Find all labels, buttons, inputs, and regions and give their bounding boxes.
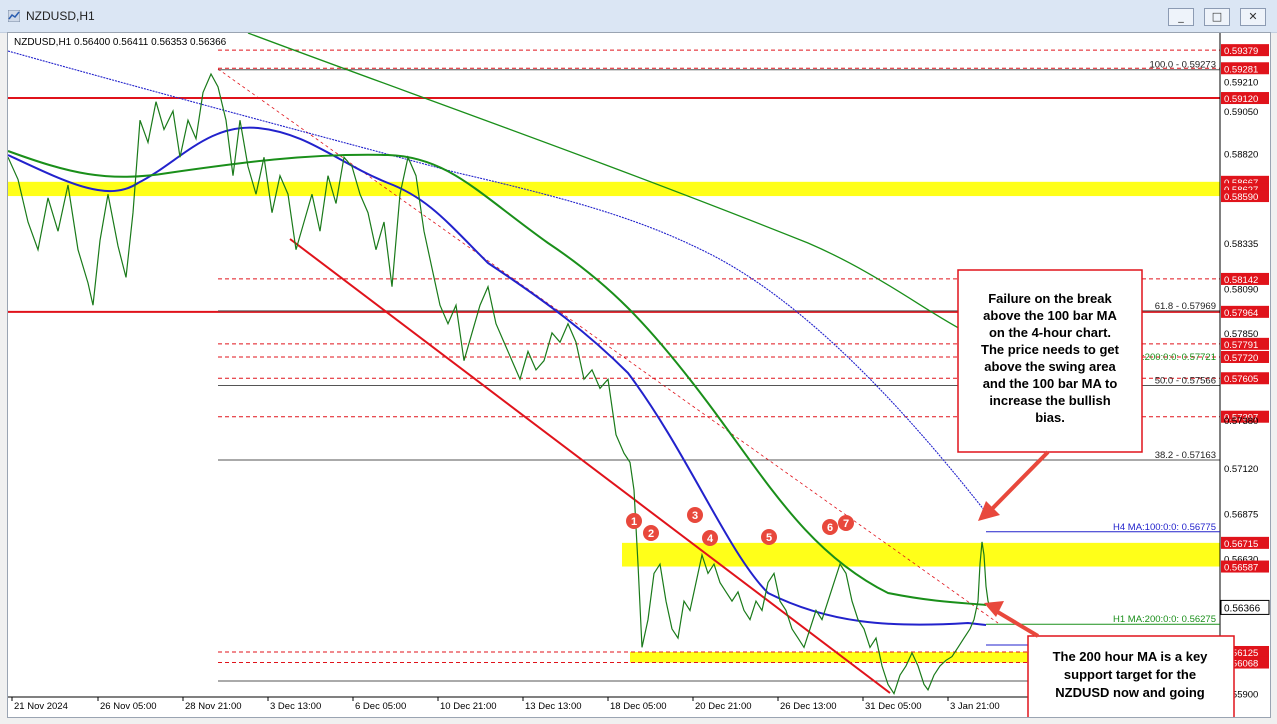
annotation-bottom-arrow	[994, 609, 1040, 638]
price-level-label: 0.59120	[1224, 94, 1258, 105]
yellow-zone	[622, 542, 1220, 567]
fib-label: 100.0 - 0.59273	[1149, 60, 1216, 71]
minimize-button[interactable]: _	[1168, 8, 1194, 26]
price-level-label: 0.57964	[1224, 308, 1258, 319]
price-tick-label: 0.59050	[1224, 107, 1258, 118]
yellow-zone	[630, 651, 1028, 663]
price-tick-label: 0.57850	[1224, 329, 1258, 340]
swing-point-label: 7	[843, 518, 849, 530]
price-line	[7, 72, 991, 695]
ma-label: :200:0:0: 0.57721	[1142, 352, 1216, 363]
time-tick-label: 18 Dec 05:00	[610, 701, 667, 712]
annotation-top-line: and the 100 bar MA to	[983, 376, 1118, 391]
annotation-bottom-line: NZDUSD now and going	[1055, 685, 1205, 700]
price-level-label: 0.57720	[1224, 353, 1258, 364]
swing-point-label: 5	[766, 532, 772, 544]
close-button[interactable]: ✕	[1240, 8, 1266, 26]
swing-point-label: 3	[692, 510, 698, 522]
maximize-button[interactable]: □	[1204, 8, 1230, 26]
ma-label: H1 MA:200:0:0: 0.56275	[1113, 614, 1216, 625]
time-tick-label: 26 Nov 05:00	[100, 701, 157, 712]
price-tick-label: 0.57120	[1224, 464, 1258, 475]
price-level-label: 0.59379	[1224, 46, 1258, 57]
time-tick-label: 31 Dec 05:00	[865, 701, 922, 712]
price-series	[7, 72, 991, 695]
swing-point-label: 4	[707, 533, 714, 545]
swing-point-label: 2	[648, 528, 654, 540]
fib-label: 61.8 - 0.57969	[1155, 301, 1216, 312]
chart-window: NZDUSD,H1 _ □ ✕ 100.0 - 0.59273 61.8 - 0.…	[0, 0, 1277, 724]
annotation-bottom-line: support target for the	[1064, 667, 1196, 682]
annotation-top-line: Failure on the break	[988, 291, 1112, 306]
time-tick-label: 13 Dec 13:00	[525, 701, 582, 712]
annotation-top-line: on the 4-hour chart.	[989, 325, 1111, 340]
price-tick-label: 0.58335	[1224, 239, 1258, 250]
annotation-top-line: above the 100 bar MA	[983, 308, 1117, 323]
chart-window-icon	[8, 10, 20, 22]
yellow-zone	[8, 181, 1220, 197]
annotation-top-line: above the swing area	[984, 359, 1116, 374]
chart-area[interactable]: 100.0 - 0.59273 61.8 - 0.57969 50.0 - 0.57…	[7, 32, 1271, 721]
fib-label: 38.2 - 0.57163	[1155, 450, 1216, 461]
channel-upper-line	[289, 238, 891, 694]
swing-point-label: 6	[827, 522, 833, 534]
annotation-top-line: increase the bullish	[989, 393, 1110, 408]
price-axis: 0.593790.592810.591200.581420.579640.577…	[1219, 33, 1270, 717]
price-level-label: 0.57605	[1224, 374, 1258, 385]
fib-label: 50.0 - 0.57566	[1155, 375, 1216, 386]
annotation-top-line: The price needs to get	[981, 342, 1120, 357]
zone-price-label: 0.56715	[1224, 539, 1258, 550]
zone-price-label: 0.56587	[1224, 563, 1258, 574]
channel-dashed-line	[217, 68, 999, 624]
price-chart[interactable]: 100.0 - 0.59273 61.8 - 0.57969 50.0 - 0.57…	[7, 32, 1270, 721]
annotation-top-arrow	[986, 450, 1050, 515]
price-level-label: 0.57791	[1224, 340, 1258, 351]
current-price-label: 0.56366	[1224, 603, 1261, 614]
swing-points: 12 34 5 6 7	[626, 507, 854, 546]
annotation-bottom-line: The 200 hour MA is a key	[1053, 649, 1209, 664]
time-tick-label: 3 Dec 13:00	[270, 701, 321, 712]
time-tick-label: 10 Dec 21:00	[440, 701, 497, 712]
ma-label: H4 MA:100:0:0: 0.56775	[1113, 522, 1216, 533]
price-tick-label: 0.59210	[1224, 77, 1258, 88]
h1-ma200-line	[7, 150, 987, 606]
price-tick-label: 0.58820	[1224, 150, 1258, 161]
swing-point-label: 1	[631, 516, 637, 528]
time-tick-label: 20 Dec 21:00	[695, 701, 752, 712]
time-tick-label: 28 Nov 21:00	[185, 701, 242, 712]
zone-price-label: 0.58590	[1224, 192, 1258, 203]
time-tick-label: 6 Dec 05:00	[355, 701, 406, 712]
price-tick-label: 0.56875	[1224, 509, 1258, 520]
price-tick-label: 0.57380	[1224, 416, 1258, 427]
title-bar[interactable]: NZDUSD,H1 _ □ ✕	[0, 0, 1277, 33]
annotations: Failure on the break above the 100 bar MA…	[957, 269, 1235, 721]
time-tick-label: 26 Dec 13:00	[780, 701, 837, 712]
time-tick-label: 3 Jan 21:00	[950, 701, 1000, 712]
symbol-info: NZDUSD,H1 0.56400 0.56411 0.56353 0.5636…	[14, 37, 227, 48]
price-level-label: 0.59281	[1224, 64, 1258, 75]
window-title: NZDUSD,H1	[26, 9, 95, 23]
price-tick-label: 0.58090	[1224, 285, 1258, 296]
h4-ma100-line	[7, 50, 989, 516]
time-tick-label: 21 Nov 2024	[14, 701, 68, 712]
annotation-top-line: bias.	[1035, 410, 1065, 425]
